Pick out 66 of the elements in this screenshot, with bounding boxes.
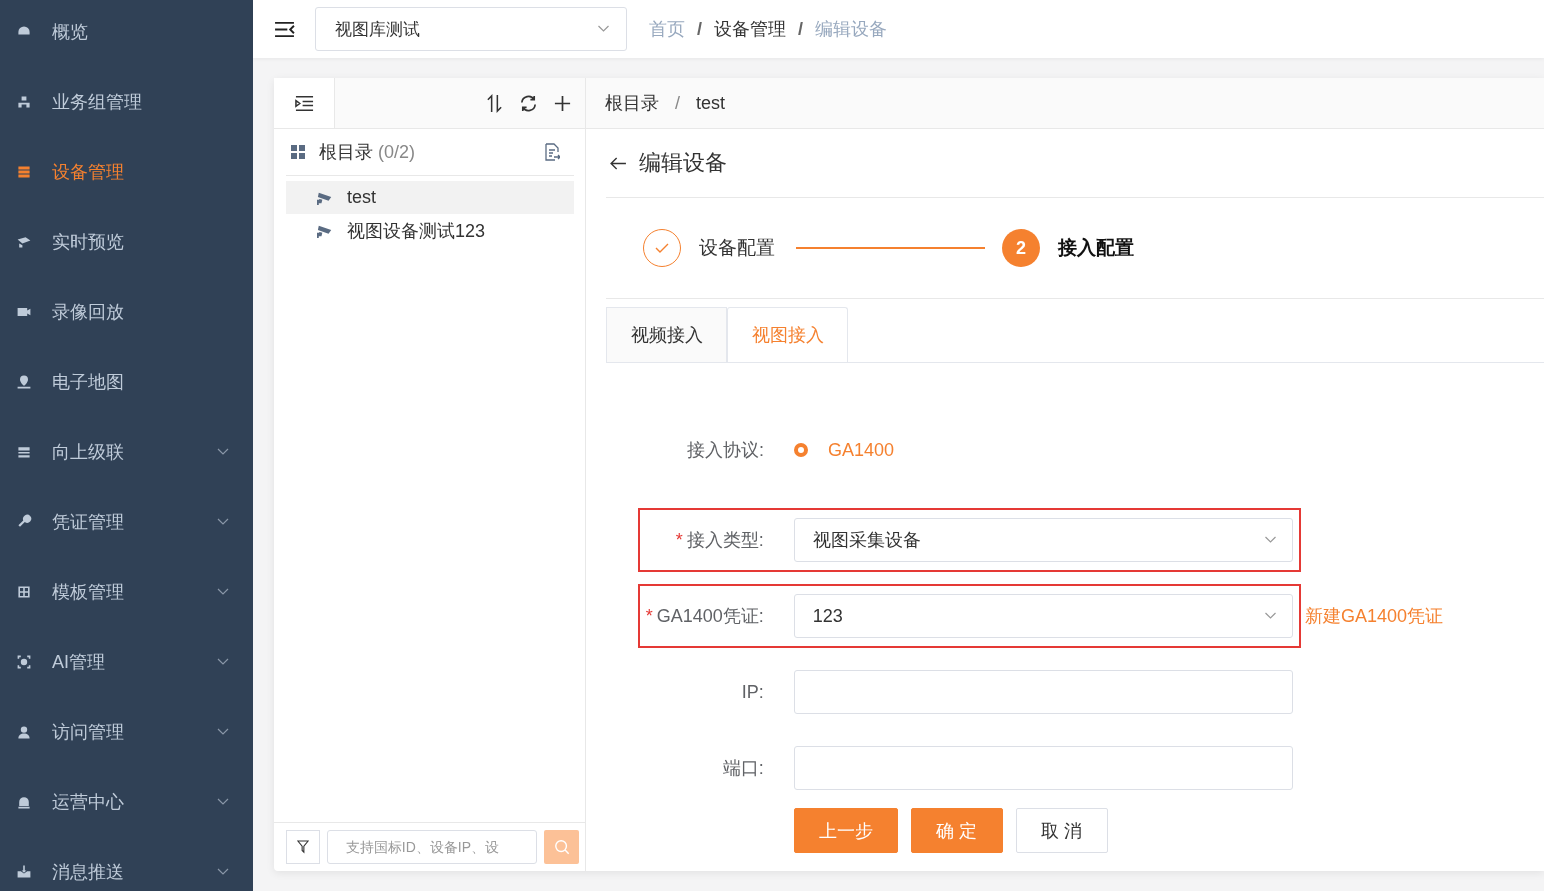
input-field[interactable]: [793, 670, 1293, 714]
sidebar-item[interactable]: 录像回放: [0, 277, 253, 347]
refresh-icon[interactable]: [519, 93, 538, 113]
sidebar-item[interactable]: 业务组管理: [0, 67, 253, 137]
tab[interactable]: 视频接入: [606, 307, 727, 362]
menu-item-icon: [16, 444, 32, 460]
step-label: 设备配置: [699, 236, 775, 260]
page-title: 编辑设备: [639, 149, 727, 177]
field-label: 端口:: [722, 758, 764, 778]
sidebar-item[interactable]: 消息推送: [0, 837, 253, 891]
breadcrumb-separator: /: [798, 18, 804, 40]
menu-item-icon: [16, 374, 32, 390]
tree-node[interactable]: test: [286, 181, 574, 214]
menu-item-icon: [16, 864, 32, 880]
tree-node[interactable]: 视图设备测试123: [286, 214, 574, 247]
tree-root-label[interactable]: 根目录 (0/2): [319, 140, 544, 164]
select-field[interactable]: 123: [793, 594, 1293, 638]
form-button[interactable]: 取 消: [1016, 808, 1108, 853]
project-select[interactable]: 视图库测试: [315, 7, 627, 51]
sidebar-item[interactable]: 运营中心: [0, 767, 253, 837]
sidebar-item[interactable]: 电子地图: [0, 347, 253, 417]
sort-icon[interactable]: [485, 93, 504, 113]
field-label: GA1400凭证:: [656, 606, 764, 626]
breadcrumb-separator: /: [675, 92, 680, 114]
step-label: 接入配置: [1058, 236, 1134, 260]
search-field[interactable]: 支持国标ID、设备IP、设: [326, 830, 538, 864]
field-label: 接入类型:: [686, 530, 764, 550]
required-mark: *: [675, 530, 683, 550]
chevron-down-icon: [597, 25, 610, 33]
sidebar-item[interactable]: 凭证管理: [0, 487, 253, 557]
menu-item-icon: [16, 234, 32, 250]
menu-item-icon: [16, 164, 32, 180]
breadcrumb-separator: /: [697, 18, 702, 40]
input-field[interactable]: [793, 746, 1293, 790]
collapse-button[interactable]: [274, 78, 335, 128]
field-label: 接入协议:: [687, 440, 764, 460]
menu-item-icon: [16, 584, 32, 600]
sidebar-item[interactable]: 向上级联: [0, 417, 253, 487]
chevron-down-icon: [1264, 612, 1277, 620]
sidebar-item[interactable]: 访问管理: [0, 697, 253, 767]
menu-item-icon: [16, 724, 32, 740]
breadcrumb-link[interactable]: 设备管理: [714, 17, 786, 41]
sidebar-item[interactable]: 实时预览: [0, 207, 253, 277]
menu-item-icon: [16, 654, 32, 670]
indent-icon: [294, 93, 314, 113]
menu-item-icon: [16, 94, 32, 110]
sidebar-item[interactable]: 概览: [0, 0, 253, 67]
path-item[interactable]: test: [696, 92, 726, 114]
required-mark: *: [645, 606, 653, 626]
menu-fold-icon[interactable]: [274, 20, 295, 38]
step-number: 2: [1002, 229, 1040, 267]
sidebar-item[interactable]: 设备管理: [0, 137, 253, 207]
sidebar-item[interactable]: AI管理: [0, 627, 253, 697]
filter-button[interactable]: [286, 830, 320, 864]
sidebar-item[interactable]: 模板管理: [0, 557, 253, 627]
path-item[interactable]: 根目录: [605, 91, 659, 115]
menu-item-icon: [16, 794, 32, 810]
back-arrow-icon[interactable]: [610, 156, 627, 170]
filter-icon: [296, 840, 309, 854]
search-icon: [553, 839, 570, 855]
chevron-down-icon: [1264, 536, 1277, 544]
add-icon[interactable]: [553, 93, 572, 113]
document-export-icon[interactable]: [544, 143, 560, 161]
field-label: IP:: [741, 681, 764, 702]
grid-icon: [291, 145, 305, 159]
select-field[interactable]: 视图采集设备: [793, 518, 1293, 562]
